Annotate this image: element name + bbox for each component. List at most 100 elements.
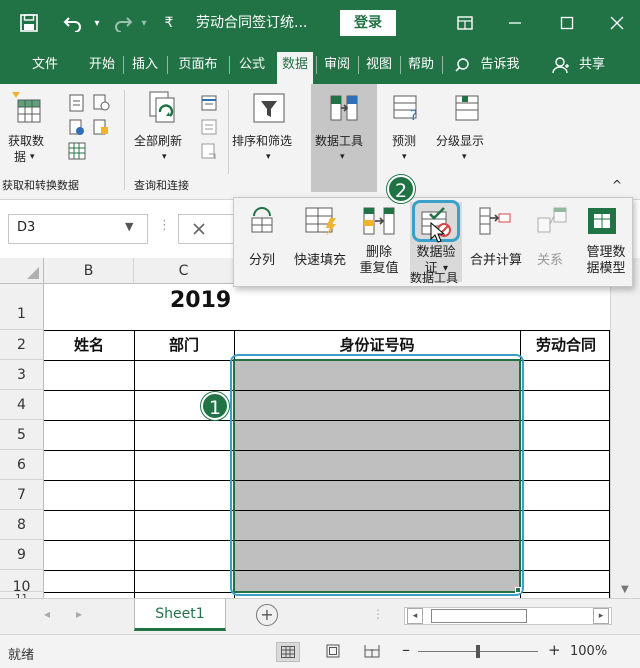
column-header-c[interactable]: C bbox=[134, 258, 234, 284]
formula-cancel-button[interactable] bbox=[178, 214, 234, 244]
zoom-out-icon[interactable]: – bbox=[402, 640, 410, 659]
page-break-view-icon[interactable] bbox=[364, 644, 380, 662]
manage-data-model-icon[interactable] bbox=[586, 206, 618, 240]
fill-handle[interactable] bbox=[515, 587, 521, 593]
lightbulb-search-icon[interactable] bbox=[452, 46, 472, 84]
popup-group-label: 数据工具 bbox=[409, 271, 458, 285]
tab-insert[interactable]: 插入 bbox=[126, 46, 164, 84]
zoom-level[interactable]: 100% bbox=[570, 644, 607, 659]
chevron-down-icon: ▾ bbox=[462, 152, 467, 162]
undo-icon[interactable] bbox=[60, 0, 86, 46]
scroll-tabs-right-icon[interactable]: ▸ bbox=[76, 607, 82, 621]
remove-duplicates-button[interactable]: 删除 bbox=[354, 245, 404, 261]
page-layout-view-icon[interactable] bbox=[326, 644, 340, 662]
add-sheet-icon[interactable]: + bbox=[256, 604, 278, 626]
ribbon-display-options-icon[interactable] bbox=[452, 0, 478, 46]
chevron-down-icon: ▾ bbox=[266, 152, 271, 162]
flash-fill-icon[interactable] bbox=[304, 206, 338, 240]
text-to-columns-icon[interactable] bbox=[248, 206, 276, 238]
tab-view[interactable]: 视图 bbox=[360, 46, 398, 84]
tab-data[interactable]: 数据 bbox=[277, 46, 313, 84]
row-header[interactable]: 4 bbox=[0, 390, 44, 420]
header-name[interactable]: 姓名 bbox=[44, 330, 134, 360]
filter-funnel-icon[interactable] bbox=[252, 92, 286, 128]
scroll-tabs-left-icon[interactable]: ◂ bbox=[44, 607, 50, 621]
zoom-slider-thumb[interactable] bbox=[476, 645, 480, 658]
text-to-columns-button[interactable]: 分列 bbox=[244, 253, 280, 269]
row-header[interactable]: 1 bbox=[0, 284, 44, 330]
scroll-right-icon[interactable]: ▸ bbox=[593, 608, 609, 624]
group-divider bbox=[228, 90, 229, 174]
tab-file[interactable]: 文件 bbox=[30, 46, 60, 84]
row-header[interactable]: 10 bbox=[0, 570, 44, 595]
relationships-button[interactable]: 关系 bbox=[530, 253, 570, 269]
row-header[interactable]: 5 bbox=[0, 420, 44, 450]
get-data-label-2: 据 bbox=[14, 150, 27, 164]
flash-fill-button[interactable]: 快速填充 bbox=[290, 253, 350, 269]
existing-connections-icon[interactable] bbox=[68, 142, 86, 164]
outline-icon[interactable] bbox=[452, 94, 482, 126]
redo-dropdown-icon[interactable]: ▾ bbox=[138, 0, 150, 46]
worksheet-grid[interactable]: B C 1 2 3 4 5 6 7 8 9 10 11 2019 姓名 部门 身… bbox=[0, 258, 640, 598]
normal-view-icon[interactable] bbox=[276, 642, 300, 662]
zoom-in-icon[interactable]: + bbox=[548, 641, 561, 659]
data-validation-button[interactable]: 数据验 bbox=[409, 245, 463, 261]
horizontal-scrollbar[interactable]: ◂ ▸ bbox=[404, 607, 612, 625]
undo-dropdown-icon[interactable]: ▾ bbox=[90, 0, 104, 46]
tell-me-input[interactable]: 告诉我 bbox=[474, 46, 526, 84]
from-web-icon[interactable] bbox=[92, 94, 110, 116]
minimize-icon[interactable] bbox=[500, 0, 530, 46]
column-header-b[interactable]: B bbox=[44, 258, 134, 284]
manage-data-model-button[interactable]: 管理数 bbox=[580, 245, 632, 261]
maximize-icon[interactable] bbox=[552, 0, 582, 46]
row-header[interactable]: 9 bbox=[0, 540, 44, 570]
tab-help[interactable]: 帮助 bbox=[402, 46, 440, 84]
data-tools-button[interactable]: 数据工具 bbox=[315, 134, 363, 149]
tab-page-layout[interactable]: 页面布 bbox=[170, 46, 226, 84]
sheet-tab-sheet1[interactable]: Sheet1 bbox=[134, 599, 226, 631]
forecast-icon[interactable]: ? bbox=[392, 94, 422, 126]
login-button[interactable]: 登录 bbox=[340, 10, 396, 36]
share-button[interactable]: 共享 bbox=[572, 46, 612, 84]
tab-divider bbox=[442, 56, 443, 74]
horizontal-scroll-thumb[interactable] bbox=[431, 609, 527, 623]
refresh-all-icon[interactable] bbox=[146, 90, 182, 134]
collapse-ribbon-icon[interactable]: ^ bbox=[612, 178, 622, 193]
split-handle-icon[interactable]: ⋮ bbox=[372, 607, 384, 621]
more-options-icon[interactable]: ⋮ bbox=[158, 218, 171, 233]
select-all-corner[interactable] bbox=[0, 258, 44, 284]
recent-sources-icon[interactable] bbox=[92, 118, 110, 140]
scroll-down-icon[interactable]: ▼ bbox=[621, 584, 629, 595]
name-box[interactable]: D3 ▼ bbox=[8, 214, 148, 244]
row-header[interactable]: 3 bbox=[0, 360, 44, 390]
from-table-icon[interactable] bbox=[68, 118, 86, 140]
row-header[interactable]: 6 bbox=[0, 450, 44, 480]
data-tools-icon[interactable] bbox=[329, 94, 359, 126]
header-contract[interactable]: 劳动合同 bbox=[520, 330, 612, 360]
edit-links-icon[interactable] bbox=[200, 142, 218, 164]
consolidate-button[interactable]: 合并计算 bbox=[466, 253, 526, 269]
redo-icon[interactable] bbox=[110, 0, 136, 46]
remove-duplicates-icon[interactable] bbox=[362, 206, 396, 240]
row-header[interactable]: 2 bbox=[0, 330, 44, 360]
header-department[interactable]: 部门 bbox=[134, 330, 234, 360]
get-data-icon[interactable] bbox=[10, 90, 44, 130]
tab-home[interactable]: 开始 bbox=[84, 46, 120, 84]
vertical-scrollbar[interactable]: ▼ bbox=[610, 258, 640, 598]
tab-formulas[interactable]: 公式 bbox=[232, 46, 272, 84]
scroll-left-icon[interactable]: ◂ bbox=[407, 608, 423, 624]
close-icon[interactable] bbox=[602, 0, 632, 46]
save-icon[interactable] bbox=[16, 0, 42, 46]
queries-connections-icon[interactable] bbox=[200, 94, 218, 116]
row-header[interactable]: 8 bbox=[0, 510, 44, 540]
name-box-dropdown-icon[interactable]: ▼ bbox=[125, 220, 133, 233]
customize-qat-icon[interactable]: ₹ bbox=[158, 0, 180, 46]
row-header[interactable]: 7 bbox=[0, 480, 44, 510]
from-text-icon[interactable] bbox=[68, 94, 86, 116]
properties-icon[interactable] bbox=[200, 118, 218, 140]
outline-label: 分级显示 bbox=[436, 134, 485, 148]
share-person-icon[interactable] bbox=[550, 46, 572, 84]
relationships-icon[interactable] bbox=[536, 206, 568, 240]
tab-review[interactable]: 审阅 bbox=[318, 46, 356, 84]
consolidate-icon[interactable] bbox=[478, 206, 512, 240]
